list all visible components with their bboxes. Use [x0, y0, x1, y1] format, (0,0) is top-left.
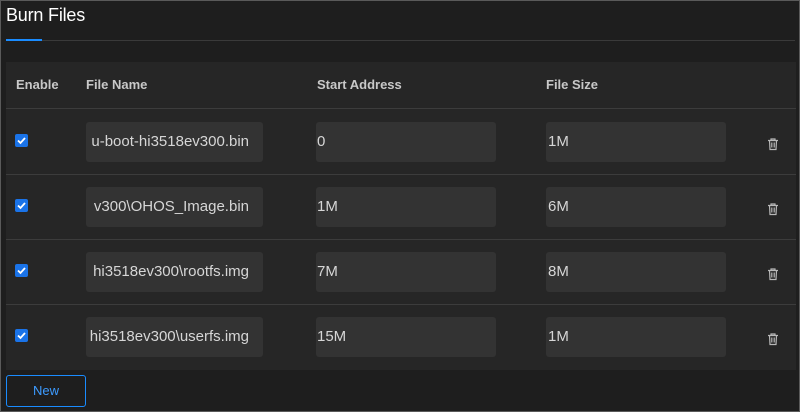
start-address-value: 7M	[317, 263, 338, 280]
start-address-value: 0	[317, 133, 326, 150]
header-enable: Enable	[16, 77, 59, 92]
trash-icon[interactable]	[766, 202, 780, 216]
title-divider	[42, 40, 795, 41]
file-size-value: 6M	[548, 198, 569, 215]
trash-icon[interactable]	[766, 267, 780, 281]
header-start-address: Start Address	[317, 77, 402, 92]
file-size-field[interactable]: 1M	[546, 317, 726, 357]
enable-checkbox[interactable]	[15, 264, 28, 277]
start-address-value: 15M	[317, 328, 347, 345]
file-size-field[interactable]: 6M	[546, 187, 726, 227]
enable-checkbox[interactable]	[15, 134, 28, 147]
file-name-value: hi3518ev300\rootfs.img	[93, 263, 249, 280]
start-address-field[interactable]: 7M	[316, 252, 496, 292]
enable-checkbox[interactable]	[15, 199, 28, 212]
table-row: hi3518ev300\rootfs.img 7M 8M	[6, 240, 796, 305]
new-button[interactable]: New	[6, 375, 86, 407]
trash-icon[interactable]	[766, 332, 780, 346]
file-name-field[interactable]: v300\OHOS_Image.bin	[86, 187, 263, 227]
burn-files-table: Enable File Name Start Address File Size…	[6, 62, 796, 370]
file-name-value: v300\OHOS_Image.bin	[93, 198, 249, 215]
file-name-value: u-boot-hi3518ev300.bin	[91, 133, 249, 150]
start-address-field[interactable]: 1M	[316, 187, 496, 227]
header-file-size: File Size	[546, 77, 599, 92]
start-address-value: 1M	[317, 198, 338, 215]
file-size-field[interactable]: 8M	[546, 252, 726, 292]
check-icon	[17, 202, 26, 210]
check-icon	[17, 267, 26, 275]
enable-checkbox[interactable]	[15, 329, 28, 342]
file-size-value: 8M	[548, 263, 569, 280]
header-file-name: File Name	[86, 77, 148, 92]
table-row: v300\OHOS_Image.bin 1M 6M	[6, 175, 796, 240]
file-name-field[interactable]: hi3518ev300\rootfs.img	[86, 252, 263, 292]
file-name-field[interactable]: hi3518ev300\userfs.img	[86, 317, 263, 357]
file-name-value: hi3518ev300\userfs.img	[89, 328, 249, 345]
trash-icon[interactable]	[766, 137, 780, 151]
file-size-value: 1M	[548, 133, 569, 150]
table-header: Enable File Name Start Address File Size	[6, 62, 796, 109]
start-address-field[interactable]: 15M	[316, 317, 496, 357]
file-size-field[interactable]: 1M	[546, 122, 726, 162]
panel-title: Burn Files	[6, 5, 86, 25]
table-row: u-boot-hi3518ev300.bin 0 1M	[6, 110, 796, 175]
file-name-field[interactable]: u-boot-hi3518ev300.bin	[86, 122, 263, 162]
title-underline	[6, 39, 42, 41]
check-icon	[17, 332, 26, 340]
check-icon	[17, 137, 26, 145]
file-size-value: 1M	[548, 328, 569, 345]
start-address-field[interactable]: 0	[316, 122, 496, 162]
burn-files-panel: Burn Files Enable File Name Start Addres…	[0, 0, 800, 412]
table-row: hi3518ev300\userfs.img 15M 1M	[6, 305, 796, 370]
